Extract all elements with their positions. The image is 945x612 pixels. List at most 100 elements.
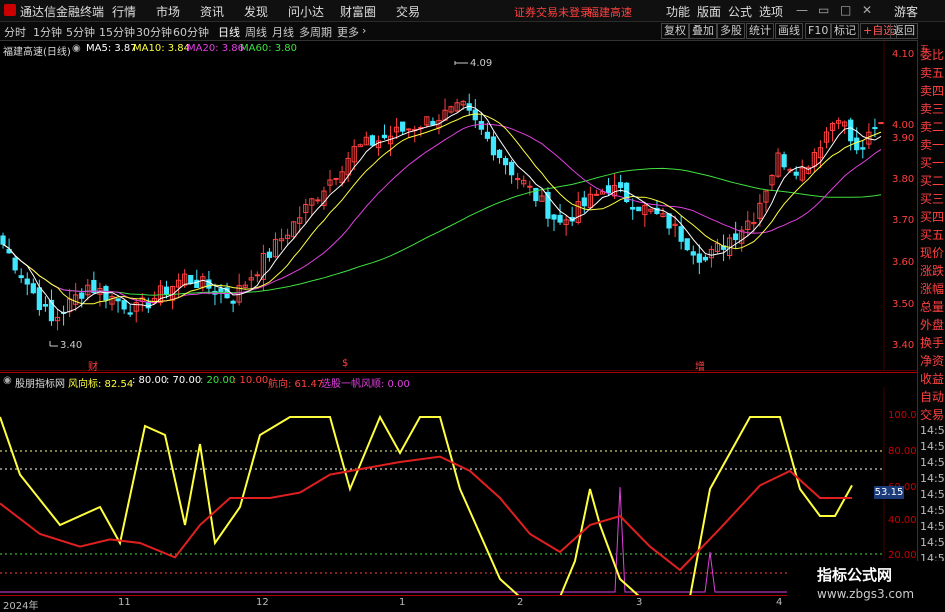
menu-item-formula[interactable]: 公式 <box>728 3 752 20</box>
menu-item-ask[interactable]: 问小达 <box>288 3 324 20</box>
period-tab-15min[interactable]: 15分钟 <box>99 24 135 40</box>
side-item[interactable]: 卖五 <box>920 64 945 81</box>
candle-body <box>484 131 491 139</box>
candle-body <box>678 226 684 242</box>
candle-body <box>333 177 339 180</box>
stats-button[interactable]: 统计 <box>746 23 774 39</box>
restore-icon[interactable]: ▭ <box>818 3 829 17</box>
menu-item-function[interactable]: 功能 <box>666 3 690 20</box>
tick-time: 14:56 <box>920 504 945 517</box>
menu-item-market[interactable]: 市场 <box>156 3 180 20</box>
side-item[interactable]: 换手 <box>920 334 945 351</box>
side-item[interactable]: 买五 <box>920 226 945 243</box>
period-tab-weekly[interactable]: 周线 <box>245 24 267 40</box>
side-item[interactable]: 涨幅 <box>920 280 945 297</box>
level20-legend: : 20.00 <box>200 375 236 386</box>
candle-body <box>733 233 739 241</box>
period-tab-30min[interactable]: 30分钟 <box>136 24 172 40</box>
candle-body <box>254 274 260 277</box>
menu-item-discover[interactable]: 发现 <box>244 3 268 20</box>
period-tab-multi[interactable]: 多周期 <box>299 24 332 40</box>
indicator-chart[interactable] <box>0 387 917 595</box>
candle-body <box>630 206 636 210</box>
side-item[interactable]: 买二 <box>920 172 945 189</box>
watermark: 指标公式网 www.zbgs3.com <box>787 561 945 609</box>
side-item[interactable]: 收益 <box>920 370 945 387</box>
current-indicator-value: 53.15 <box>874 486 904 499</box>
draw-button[interactable]: 画线 <box>775 23 803 39</box>
side-item[interactable]: 净资 <box>920 352 945 369</box>
candle-body <box>854 137 860 151</box>
login-notice[interactable]: 证券交易未登录 <box>514 4 591 20</box>
side-item[interactable]: 卖二 <box>920 118 945 135</box>
menu-item-options[interactable]: 选项 <box>759 3 783 20</box>
ma60-legend: MA60: 3.80 <box>240 43 298 54</box>
side-item[interactable]: 委比 <box>920 46 945 63</box>
candle-body <box>48 299 55 322</box>
indicator-name[interactable]: 股朋指标网 <box>15 375 65 390</box>
candle-body <box>127 312 133 315</box>
candle-body <box>551 214 557 220</box>
price-tick: 3.50 <box>892 299 915 310</box>
wind-vane-line <box>0 414 853 595</box>
candlestick-chart[interactable] <box>0 41 917 371</box>
event-marker-dividend[interactable]: $ <box>342 358 348 369</box>
ma60-line <box>2 167 882 296</box>
menu-item-trade[interactable]: 交易 <box>396 3 420 20</box>
maximize-icon[interactable]: □ <box>840 3 851 17</box>
period-tab-5min[interactable]: 5分钟 <box>66 24 95 40</box>
side-item[interactable]: 外盘 <box>920 316 945 333</box>
high-price-label: 4.09 <box>470 58 493 69</box>
candle-body <box>502 158 509 166</box>
back-button[interactable]: 返回 <box>890 23 918 39</box>
chart-settings-icon[interactable]: ◉ <box>72 43 81 54</box>
indicator-settings-icon[interactable]: ◉ <box>3 375 12 386</box>
side-item[interactable]: 卖三 <box>920 100 945 117</box>
guest-label[interactable]: 游客 <box>894 3 918 20</box>
side-item-auto[interactable]: 自动 <box>920 388 945 405</box>
candle-body <box>509 161 515 176</box>
minimize-icon[interactable]: — <box>796 3 808 17</box>
date-label: 2 <box>517 597 524 608</box>
candle-body <box>472 109 478 121</box>
side-item[interactable]: 买一 <box>920 154 945 171</box>
period-tab-1min[interactable]: 1分钟 <box>33 24 62 40</box>
menu-item-layout[interactable]: 版面 <box>697 3 721 20</box>
adjust-button[interactable]: 复权 <box>661 23 689 39</box>
low-price-label: 3.40 <box>60 340 83 351</box>
watermark-url: www.zbgs3.com <box>817 587 915 601</box>
more-chevron-icon[interactable]: › <box>362 24 366 37</box>
side-item[interactable]: 总量 <box>920 298 945 315</box>
ma10-line <box>2 113 882 305</box>
event-marker-increase[interactable]: 增 <box>695 358 705 373</box>
menu-item-news[interactable]: 资讯 <box>200 3 224 20</box>
side-item[interactable]: 现价 <box>920 244 945 261</box>
multi-stock-button[interactable]: 多股 <box>717 23 745 39</box>
period-tab-60min[interactable]: 60分钟 <box>173 24 209 40</box>
side-item[interactable]: 卖四 <box>920 82 945 99</box>
candle-body <box>266 251 273 258</box>
period-tab-monthly[interactable]: 月线 <box>272 24 294 40</box>
mark-button[interactable]: 标记 <box>831 23 859 39</box>
close-icon[interactable]: ✕ <box>862 3 872 17</box>
side-item[interactable]: 涨跌 <box>920 262 945 279</box>
period-tab-daily[interactable]: 日线 <box>218 24 240 40</box>
side-item[interactable]: 卖一 <box>920 136 945 153</box>
f10-button[interactable]: F10 <box>805 23 832 39</box>
event-marker-finance[interactable]: 财 <box>88 358 98 373</box>
period-tab-timeshare[interactable]: 分时 <box>4 24 26 40</box>
candle-body <box>36 287 42 311</box>
candle-body <box>593 193 600 196</box>
overlay-button[interactable]: 叠加 <box>689 23 717 39</box>
app-logo-icon <box>4 4 16 16</box>
price-tick: 4.00 <box>892 120 915 131</box>
candle-body <box>121 300 127 310</box>
menu-item-wealth[interactable]: 财富圈 <box>340 3 376 20</box>
side-item[interactable]: 买三 <box>920 190 945 207</box>
candle-body <box>218 288 224 293</box>
side-item[interactable]: 买四 <box>920 208 945 225</box>
menu-item-quotes[interactable]: 行情 <box>112 3 136 20</box>
side-item-trade[interactable]: 交易 <box>920 406 945 423</box>
period-tab-more[interactable]: 更多 <box>337 24 359 40</box>
app-name: 通达信金融终端 <box>20 5 105 19</box>
